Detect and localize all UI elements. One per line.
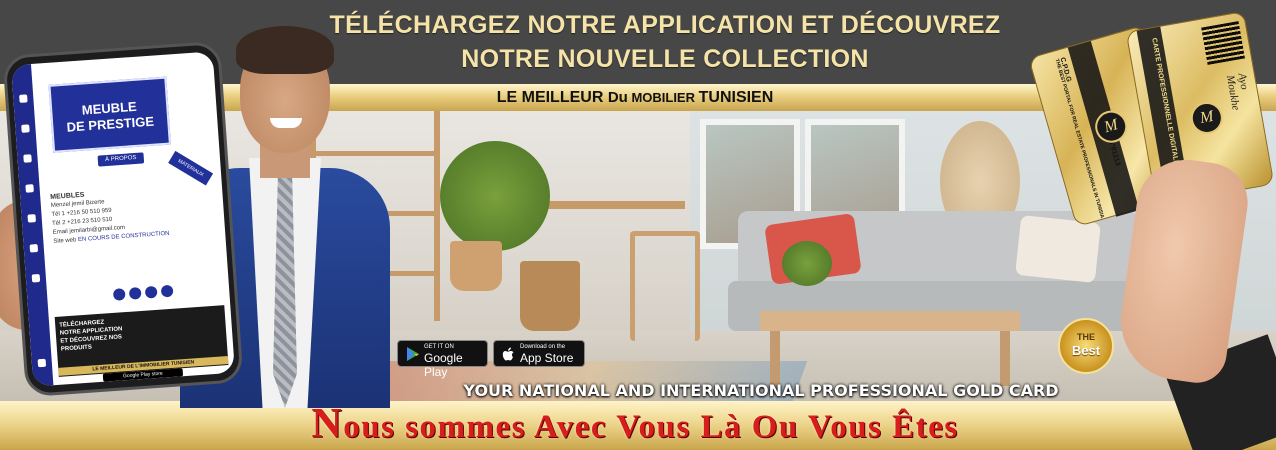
google-play-small-text: GET IT ON — [424, 344, 454, 350]
app-store-small-text: Download on the — [520, 344, 566, 350]
facebook-icon[interactable] — [128, 286, 142, 300]
contact-info: MEUBLES Menzel jemil Bizerte Tél 1 +216 … — [50, 183, 203, 247]
tel2-label: Tél 2 — [51, 220, 66, 227]
badge-line-2: Best — [1071, 343, 1101, 358]
smartphone-mockup: MEUBLE DE PRESTIGE À PROPOS MATERIAUX ME… — [2, 40, 244, 398]
instagram-icon[interactable] — [144, 285, 158, 299]
plant — [440, 141, 550, 251]
card-signature: Ayo Moukhe — [1223, 72, 1251, 112]
plant-pot — [450, 241, 502, 291]
app-store-label: App Store — [520, 351, 574, 365]
tel1-label: Tél 1 — [51, 211, 66, 218]
site-label: Site web — [53, 237, 77, 245]
materials-ribbon: MATERIAUX — [168, 150, 214, 186]
table-leg — [770, 331, 780, 386]
tagline-part-4: TUNISIEN — [698, 89, 774, 106]
menu-icon[interactable] — [21, 124, 30, 133]
gold-card-caption: YOUR NATIONAL AND INTERNATIONAL PROFESSI… — [463, 381, 1059, 400]
google-play-button[interactable]: GET IT ON Google Play — [397, 340, 488, 379]
tagline-part-2: Du — [607, 89, 628, 106]
app-logo: MEUBLE DE PRESTIGE — [48, 76, 171, 153]
folder-icon[interactable] — [27, 214, 37, 223]
slogan-text: ous sommes Avec Vous Là Ou Vous Êtes — [343, 409, 959, 445]
basket — [520, 261, 580, 331]
about-button[interactable]: À PROPOS — [97, 152, 145, 167]
promo-banner: TÉLÉCHARGEZ NOTRE APPLICATION ET DÉCOUVR… — [0, 0, 1276, 450]
badge-line-1: THE — [1077, 332, 1095, 342]
phone-screen: MEUBLE DE PRESTIGE À PROPOS MATERIAUX ME… — [11, 51, 235, 387]
tagline-part-1: LE MEILLEUR — [496, 89, 608, 106]
tagline-part-3: MOBILIER — [627, 90, 699, 105]
twitter-icon[interactable] — [112, 288, 126, 301]
google-play-icon — [407, 347, 419, 361]
contact-icon[interactable] — [25, 184, 34, 193]
app-store-button[interactable]: Download on the App Store — [493, 340, 585, 367]
table-plant — [782, 241, 832, 286]
best-badge: THE Best — [1058, 318, 1114, 374]
home-icon[interactable] — [19, 94, 28, 103]
google-play-label: Google Play — [424, 351, 463, 379]
apple-icon — [502, 347, 514, 361]
hand-holding-cards — [1113, 140, 1276, 450]
monogram-logo: M — [1188, 99, 1226, 137]
chair — [630, 231, 700, 341]
qr-code-icon — [1198, 18, 1248, 68]
tagline: LE MEILLEUR Du MOBILIER TUNISIEN — [380, 87, 890, 109]
table-leg — [1000, 331, 1010, 386]
desk — [545, 201, 685, 209]
linkedin-icon[interactable] — [160, 284, 174, 298]
mail-icon[interactable] — [31, 273, 41, 283]
settings-icon[interactable] — [37, 358, 47, 368]
image-icon[interactable] — [29, 244, 39, 253]
email-label: Email — [52, 228, 68, 236]
add-icon[interactable] — [23, 154, 32, 163]
coffee-table — [760, 311, 1020, 331]
